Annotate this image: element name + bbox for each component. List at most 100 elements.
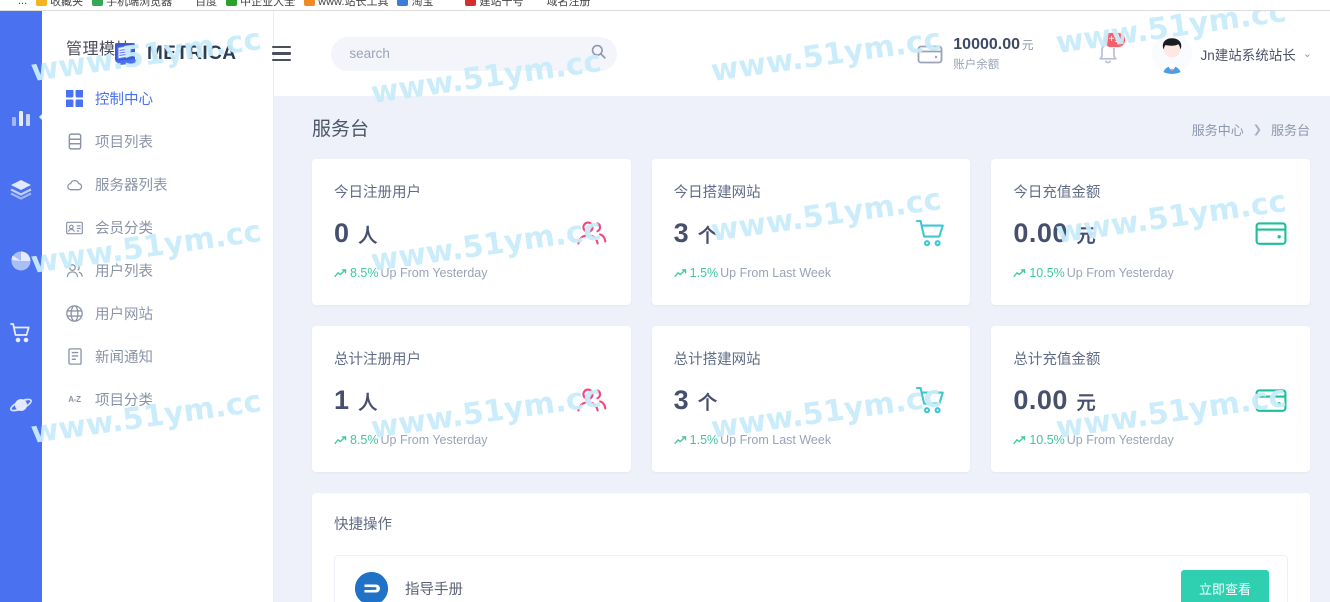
sidebar-item-5[interactable]: 用户列表 <box>42 249 273 292</box>
sidebar-item-label: 项目分类 <box>95 393 153 409</box>
stat-card-row: 0.00 元 <box>1013 385 1288 416</box>
stat-number: 0.00 <box>1013 385 1068 415</box>
search-button[interactable] <box>583 39 613 69</box>
stat-card-value: 3 个 <box>674 385 718 416</box>
stat-card-trend: 8.5% Up From Yesterday <box>334 266 609 280</box>
sidebar-item-2[interactable]: 项目列表 <box>42 120 273 163</box>
stat-card[interactable]: 总计搭建网站 3 个 1.5% Up From Last Week <box>651 326 971 472</box>
sidebar-item-4[interactable]: 会员分类 <box>42 206 273 249</box>
stat-trend-text: Up From Last Week <box>720 266 832 280</box>
trend-up-icon <box>334 435 347 444</box>
browser-bookmark-bar: ... 收藏夹 手机端浏览器 百度 中企业大全 www.站长工具 淘宝 建站十号 域名注册 <box>0 0 1330 11</box>
stat-trend-pct: 8.5% <box>350 266 379 280</box>
stat-trend-text: Up From Last Week <box>720 433 832 447</box>
bookmark-item[interactable] <box>442 0 456 6</box>
users-icon <box>66 262 83 279</box>
stat-card-row: 3 个 <box>674 218 949 249</box>
notification-bell[interactable]: +1 <box>1096 31 1126 69</box>
bookmark-label: 百度 <box>195 0 218 8</box>
page-title: 服务台 <box>312 119 370 140</box>
manual-icon <box>355 571 388 602</box>
search-input[interactable] <box>349 46 584 61</box>
stat-trend-text: Up From Yesterday <box>1066 266 1174 280</box>
stat-card-trend: 10.5% Up From Yesterday <box>1013 266 1288 280</box>
rail-item-layers[interactable] <box>8 176 34 202</box>
az-icon: A-Z <box>68 395 81 404</box>
stat-card[interactable]: 总计充值金额 0.00 元 10.5% Up From Yesterday <box>991 326 1310 472</box>
view-now-button[interactable]: 立即查看 <box>1180 569 1269 602</box>
rail-item-planet[interactable] <box>8 392 34 418</box>
book-laptop-icon <box>114 42 140 66</box>
stat-card-row: 1 人 <box>334 385 609 416</box>
bookmark-item[interactable]: 淘宝 <box>397 0 434 8</box>
bookmark-item[interactable]: 建站十号 <box>465 0 523 8</box>
breadcrumb-item: 服务台 <box>1270 123 1310 138</box>
wallet-balance[interactable]: 10000.00 元 账户余额 <box>917 36 1034 72</box>
bookmark-item[interactable]: 百度 <box>181 0 218 8</box>
sidebar-item-label: 会员分类 <box>95 221 153 237</box>
stat-trend-pct: 10.5% <box>1029 433 1065 447</box>
rail-item-pie-chart[interactable] <box>8 248 34 274</box>
bookmark-item[interactable]: 收藏夹 <box>36 0 83 8</box>
bell-icon <box>1096 42 1120 69</box>
rail-item-cart[interactable] <box>8 320 34 346</box>
stat-card[interactable]: 今日注册用户 0 人 8.5% Up From Yesterday <box>312 159 631 305</box>
search-icon <box>590 43 607 65</box>
bookmark-favicon-icon <box>465 0 477 6</box>
stat-number: 3 <box>673 218 690 248</box>
sidebar-item-3[interactable]: 服务器列表 <box>42 163 273 206</box>
stat-card[interactable]: 今日搭建网站 3 个 1.5% Up From Last Week <box>651 159 971 305</box>
logo[interactable]: METRICA <box>114 42 236 66</box>
sidebar-item-6[interactable]: 用户网站 <box>42 292 273 335</box>
stat-cards-grid: 今日注册用户 0 人 8.5% Up From Yesterday 今日搭建网站 3 个1… <box>312 159 1310 472</box>
sidebar-item-7[interactable]: 新闻通知 <box>42 335 273 378</box>
planet-icon <box>9 393 33 417</box>
grid-icon <box>66 90 83 107</box>
breadcrumb-item[interactable]: 服务中心 <box>1192 120 1244 139</box>
wallet-label: 账户余额 <box>953 58 1000 71</box>
sidebar-menu: 控制中心项目列表服务器列表会员分类用户列表用户网站新闻通知 A-Z 项目分类 <box>42 77 273 421</box>
stat-card[interactable]: 今日充值金额 0.00 元 10.5% Up From Yesterday <box>991 159 1310 305</box>
stat-card-value: 0 人 <box>334 218 378 249</box>
stat-unit: 个 <box>692 393 718 414</box>
bookmark-item[interactable]: 手机端浏览器 <box>92 0 172 8</box>
sidebar-item-8[interactable]: A-Z 项目分类 <box>42 378 273 421</box>
pie-chart-icon <box>9 249 33 273</box>
bookmark-label: 淘宝 <box>411 0 434 8</box>
cloud-icon <box>66 176 83 193</box>
stat-card-title: 今日注册用户 <box>334 185 421 201</box>
hamburger-icon[interactable] <box>272 45 292 62</box>
bookmark-item[interactable]: www.站长工具 <box>304 0 389 8</box>
avatar[interactable] <box>1151 33 1192 74</box>
bookmark-favicon-icon <box>181 0 193 6</box>
sidebar-item-label: 项目列表 <box>95 135 153 151</box>
stat-trend-pct: 8.5% <box>350 433 379 447</box>
globe-icon <box>66 305 83 322</box>
sidebar-item-1[interactable]: 控制中心 <box>42 77 273 120</box>
quick-action-row: 指导手册 立即查看 <box>334 555 1288 602</box>
chevron-down-icon[interactable]: ⌄ <box>1303 47 1312 60</box>
top-header: METRICA 10000.00元 账户余额 <box>115 11 1330 96</box>
stat-card-value: 0.00 元 <box>1013 385 1096 416</box>
stat-card[interactable]: 总计注册用户 1 人 8.5% Up From Yesterday <box>312 326 631 472</box>
bookmark-favicon-icon <box>36 0 48 6</box>
bookmark-favicon-icon <box>532 0 544 6</box>
breadcrumb: 服务中心 ❯ 服务台 <box>1192 120 1310 139</box>
quick-actions-panel: 快捷操作 指导手册 立即查看 <box>312 493 1310 602</box>
sidebar-item-label: 用户列表 <box>95 264 153 280</box>
stat-unit: 元 <box>1070 393 1097 414</box>
stat-unit: 人 <box>352 226 378 247</box>
search-box[interactable] <box>331 36 618 71</box>
stat-card-value: 0.00 元 <box>1013 218 1096 249</box>
bookmark-item[interactable]: ... <box>4 0 27 7</box>
username[interactable]: Jn建站系统站长 <box>1201 44 1296 64</box>
stat-card-value: 3 个 <box>674 218 718 249</box>
bookmark-item[interactable]: 中企业大全 <box>226 0 295 8</box>
bookmark-item[interactable]: 域名注册 <box>532 0 590 8</box>
bookmark-label: www.站长工具 <box>318 0 389 8</box>
stat-card-title: 总计充值金额 <box>1013 352 1101 368</box>
sidebar-item-label: 服务器列表 <box>95 178 168 194</box>
cart-icon <box>914 386 948 416</box>
sidebar-item-label: 用户网站 <box>95 307 153 323</box>
rail-item-chart-bar[interactable] <box>8 104 50 130</box>
